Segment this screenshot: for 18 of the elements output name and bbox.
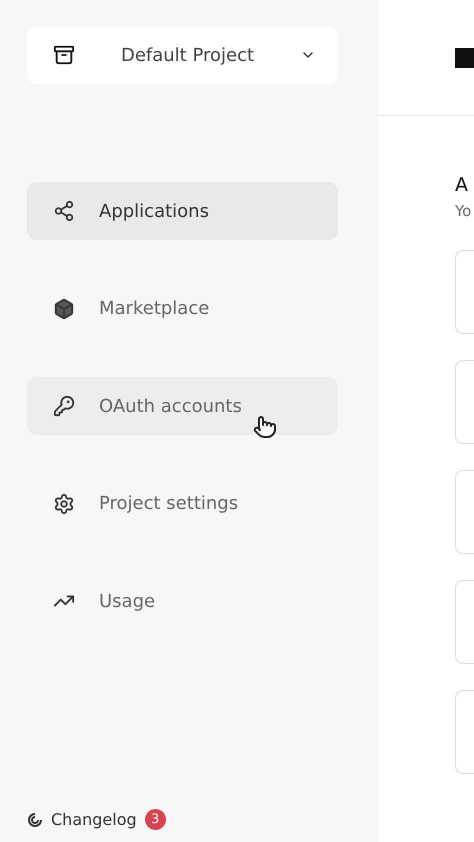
nav-item[interactable]: Marketplace	[27, 280, 338, 338]
page-subtitle: Yo	[455, 202, 472, 220]
nav-item[interactable]: Project settings	[27, 474, 338, 532]
project-selector[interactable]: Default Project	[27, 26, 338, 84]
logo-icon	[455, 48, 474, 68]
hand-cursor-icon	[253, 415, 277, 439]
gear-icon	[53, 492, 75, 514]
archive-icon	[53, 44, 75, 66]
nav-item[interactable]: OAuth accounts	[27, 377, 338, 435]
changelog-icon	[27, 812, 43, 828]
share-icon	[53, 200, 75, 222]
key-icon	[53, 395, 75, 417]
page-heading: A	[455, 174, 469, 196]
notification-count: 3	[144, 809, 166, 830]
nav-item[interactable]: Usage	[27, 572, 338, 630]
changelog-link[interactable]: Changelog	[51, 810, 137, 829]
cube-icon	[53, 298, 75, 320]
nav-item[interactable]: Applications	[27, 182, 338, 240]
